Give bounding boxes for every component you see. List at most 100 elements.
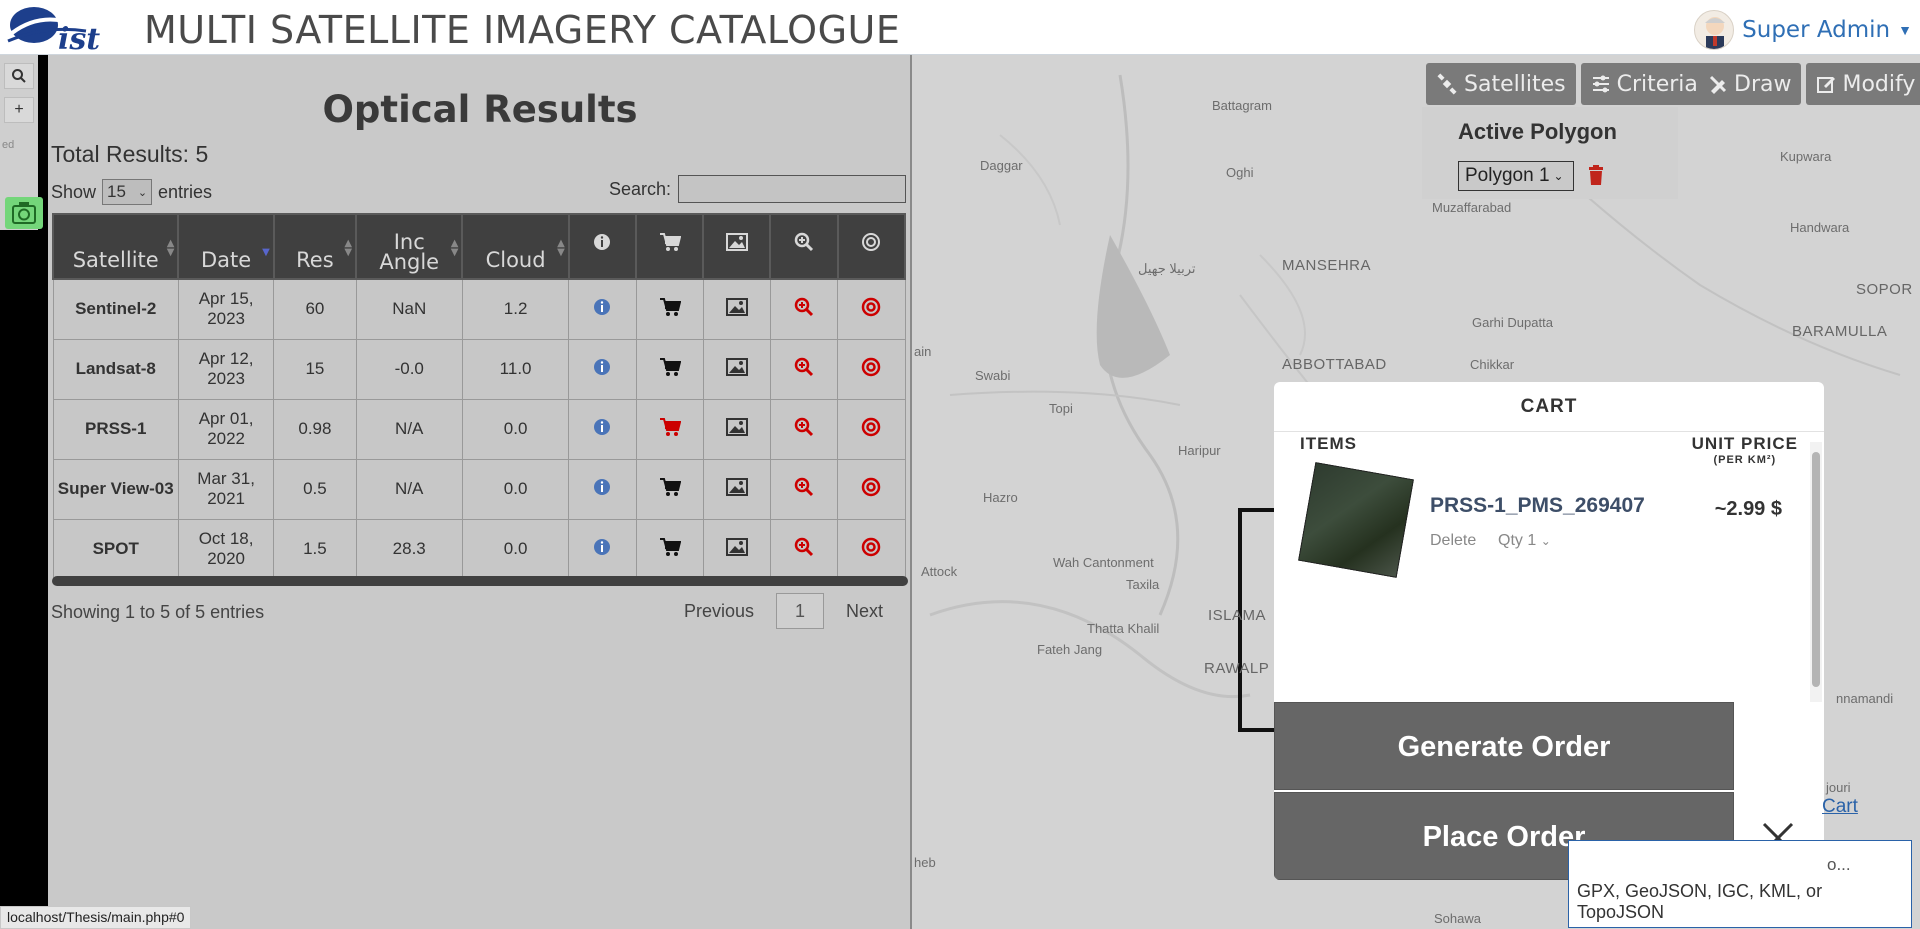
- page-button-1[interactable]: 1: [776, 593, 825, 629]
- cart-icon: [659, 232, 681, 251]
- total-results: Total Results: 5: [51, 141, 209, 167]
- unit-price-header: UNIT PRICE (PER KM²): [1692, 434, 1798, 466]
- chevron-down-icon: ⌄: [1553, 169, 1564, 183]
- image-button[interactable]: [702, 518, 771, 580]
- place-label: Handwara: [1790, 220, 1850, 235]
- chevron-down-icon: ▼: [1898, 22, 1912, 38]
- info-button[interactable]: [568, 458, 637, 520]
- info-button[interactable]: [568, 398, 637, 460]
- draw-button[interactable]: Draw: [1698, 63, 1802, 105]
- place-label: Swabi: [975, 368, 1011, 383]
- items-header: ITEMS: [1300, 434, 1357, 453]
- cart-button[interactable]: [635, 398, 704, 460]
- satellites-label: Satellites: [1464, 71, 1566, 97]
- column-header-cloud[interactable]: Cloud ▲ ▼: [461, 213, 570, 280]
- entries-label: entries: [158, 181, 213, 202]
- user-menu[interactable]: Super Admin ▼: [1694, 10, 1912, 50]
- target-icon: [862, 232, 881, 251]
- image-button[interactable]: [702, 458, 771, 520]
- edit-icon: [1817, 77, 1836, 93]
- generate-order-button[interactable]: Generate Order: [1274, 702, 1734, 790]
- inc-angle-cell: NaN: [355, 278, 463, 340]
- cart-scrollbar[interactable]: [1810, 442, 1822, 702]
- place-label: Taxila: [1126, 577, 1160, 592]
- zoom-button[interactable]: [769, 338, 839, 400]
- column-header-zoom: [769, 213, 839, 280]
- inc-angle-cell: -0.0: [355, 338, 463, 400]
- cart-button[interactable]: [635, 278, 704, 340]
- next-button[interactable]: Next: [846, 601, 883, 622]
- column-header-inc-angle[interactable]: Inc Angle ▲ ▼: [355, 213, 464, 280]
- ist-logo[interactable]: ist: [6, 3, 122, 53]
- zoom-button[interactable]: [769, 458, 839, 520]
- delete-item-button[interactable]: Delete: [1430, 532, 1476, 550]
- column-header-satellite[interactable]: Satellite ▲ ▼: [51, 213, 180, 280]
- user-name: Super Admin: [1742, 17, 1891, 43]
- cart-icon: [659, 357, 681, 382]
- tooltip-line-1: o...: [1827, 855, 1851, 874]
- column-header-info: [567, 213, 638, 280]
- image-button[interactable]: [702, 398, 771, 460]
- column-header-res[interactable]: Res ▲ ▼: [272, 213, 358, 280]
- column-header-cart: [634, 213, 705, 280]
- cart-button[interactable]: [635, 518, 704, 580]
- res-cell: 15: [273, 338, 357, 400]
- map-toolbar-right: Draw Modify: [1698, 63, 1920, 105]
- info-icon: [593, 538, 611, 561]
- info-button[interactable]: [568, 278, 637, 340]
- unit-price-label: UNIT PRICE: [1691, 434, 1798, 453]
- target-button[interactable]: [837, 398, 906, 460]
- table-row: Sentinel-2 Apr 15, 2023 60 NaN 1.2: [52, 278, 906, 340]
- cloud-cell: 11.0: [461, 338, 570, 400]
- results-title: Optical Results: [322, 88, 638, 131]
- svg-text:ist: ist: [58, 22, 100, 53]
- zoom-button[interactable]: [769, 518, 839, 580]
- camera-icon[interactable]: [5, 197, 43, 229]
- draw-label: Draw: [1734, 71, 1792, 97]
- trash-icon[interactable]: [1588, 165, 1604, 185]
- search-label: Search:: [609, 179, 672, 199]
- entries-select[interactable]: 15 ⌄: [102, 179, 153, 205]
- info-button[interactable]: [568, 338, 637, 400]
- polygon-select[interactable]: Polygon 1 ⌄: [1458, 161, 1574, 191]
- info-button[interactable]: [568, 518, 637, 580]
- target-button[interactable]: [837, 278, 906, 340]
- quantity-select[interactable]: Qty 1 ⌄: [1498, 532, 1551, 550]
- horizontal-scrollbar[interactable]: [52, 576, 908, 586]
- sort-icon: ▲ ▼: [450, 238, 459, 258]
- res-cell: 0.5: [273, 458, 357, 520]
- column-header-image: [702, 213, 772, 280]
- info-icon: [593, 478, 611, 501]
- search-input[interactable]: [678, 175, 906, 203]
- cart-link[interactable]: Cart: [1822, 796, 1858, 818]
- place-label: Muzaffarabad: [1432, 200, 1512, 215]
- image-button[interactable]: [702, 278, 771, 340]
- place-label: Daggar: [980, 158, 1023, 173]
- target-button[interactable]: [837, 518, 906, 580]
- target-button[interactable]: [837, 338, 906, 400]
- satellites-button[interactable]: Satellites: [1426, 63, 1576, 105]
- place-label: Attock: [921, 564, 958, 579]
- place-label: Fateh Jang: [1037, 642, 1103, 657]
- cart-icon: [659, 417, 681, 442]
- scrollbar-thumb[interactable]: [1812, 452, 1820, 687]
- zoom-button[interactable]: [769, 398, 839, 460]
- place-label: Oghi: [1226, 165, 1254, 180]
- criteria-button[interactable]: Criteria: [1580, 63, 1708, 105]
- place-label: Topi: [1049, 401, 1073, 416]
- search-icon[interactable]: [4, 63, 34, 89]
- column-header-date[interactable]: Date ▼: [177, 213, 275, 280]
- zoom-in-button[interactable]: +: [4, 97, 34, 123]
- image-button[interactable]: [702, 338, 771, 400]
- cart-button[interactable]: [635, 338, 704, 400]
- previous-button[interactable]: Previous: [684, 601, 754, 622]
- target-button[interactable]: [837, 458, 906, 520]
- zoom-button[interactable]: [769, 278, 839, 340]
- cloud-cell: 1.2: [461, 278, 570, 340]
- satellite-cell: Landsat-8: [52, 338, 179, 400]
- target-icon: [861, 357, 881, 382]
- place-label: ABBOTTABAD: [1282, 356, 1387, 373]
- cart-button[interactable]: [635, 458, 704, 520]
- place-label: Kupwara: [1780, 149, 1832, 164]
- modify-button[interactable]: Modify: [1806, 63, 1920, 105]
